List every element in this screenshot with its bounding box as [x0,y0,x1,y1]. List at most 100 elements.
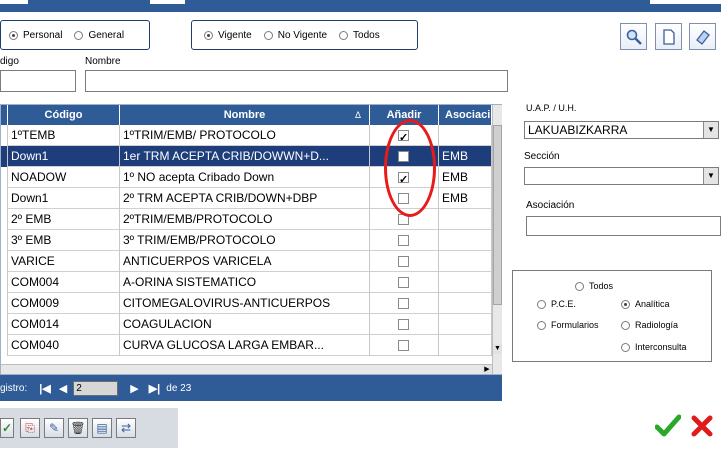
header-name[interactable]: Nombre Δ [120,105,370,125]
record-input[interactable]: 2 [73,380,119,396]
radio-dot [537,320,546,330]
cell-name: 1º NO acepta Cribado Down [120,167,370,188]
clear-button[interactable] [689,23,716,50]
prev-record-icon[interactable]: ◀ [59,382,67,395]
radio-personal[interactable]: Personal [9,30,62,41]
scroll-thumb[interactable] [493,125,502,305]
row-selector[interactable] [1,314,8,335]
cell-name: 1ºTRIM/EMB/ PROTOCOLO [120,125,370,146]
row-selector[interactable] [1,146,8,167]
edit-record-button[interactable]: ✎ [44,418,64,438]
cell-code: Down1 [8,146,120,167]
row-selector[interactable] [1,251,8,272]
add-checkbox[interactable] [398,277,409,288]
paste-record-button[interactable]: ▤ [92,418,112,438]
code-input[interactable] [0,70,76,92]
cell-association [439,335,492,356]
row-selector[interactable] [1,209,8,230]
cell-code: 2º EMB [8,209,120,230]
scroll-right-arrow-icon[interactable]: ▶ [482,365,492,374]
header-code[interactable]: Código [8,105,120,125]
name-input[interactable] [85,70,508,92]
cell-association [439,230,492,251]
new-icon: ✓ [1,421,13,435]
cancel-button[interactable] [688,412,716,440]
radio-cat-radiologia[interactable]: Radiología [621,320,678,330]
new-record-button[interactable]: ✓ [0,418,14,438]
row-selector[interactable] [1,167,8,188]
table-row[interactable]: VARICE ANTICUERPOS VARICELA [1,251,492,272]
close-icon [691,415,713,437]
record-label: gistro: [0,382,28,394]
table-row[interactable]: 3º EMB 3º TRIM/EMB/PROTOCOLO [1,230,492,251]
cell-name: 1er TRM ACEPTA CRIB/DOWWN+D... [120,146,370,167]
cell-code: COM014 [8,314,120,335]
add-checkbox[interactable] [398,340,409,351]
search-button[interactable] [620,23,647,50]
delete-record-button[interactable]: 🗑 [68,418,88,438]
radio-todos[interactable]: Todos [339,30,380,41]
radio-cat-interconsulta[interactable]: Interconsulta [621,342,687,352]
add-checkbox[interactable] [398,298,409,309]
accept-button[interactable] [654,412,682,440]
horizontal-scrollbar[interactable]: ▶ [1,364,492,374]
document-icon [662,28,675,45]
cell-name: COAGULACION [120,314,370,335]
association-input[interactable] [526,216,721,236]
section-select[interactable]: ▼ [524,167,719,185]
checkmark-icon [655,414,681,437]
row-selector[interactable] [1,188,8,209]
radio-dot [9,30,18,40]
row-selector[interactable] [1,335,8,356]
add-checkbox[interactable] [398,256,409,267]
last-record-icon[interactable]: ▶| [149,382,161,395]
table-row[interactable]: COM040 CURVA GLUCOSA LARGA EMBAR... [1,335,492,356]
row-selector[interactable] [1,293,8,314]
link-record-button[interactable]: ⇄ [116,418,136,438]
radio-vigente[interactable]: Vigente [204,30,252,41]
link-icon: ⇄ [120,421,132,435]
row-selector[interactable] [1,125,8,146]
uap-select[interactable]: LAKUABIZKARRA ▼ [524,121,719,139]
cell-code: Down1 [8,188,120,209]
scroll-down-arrow-icon[interactable]: ▼ [493,344,502,354]
cell-code: NOADOW [8,167,120,188]
edit-icon: ✎ [48,421,60,435]
row-selector[interactable] [1,230,8,251]
cell-code: COM004 [8,272,120,293]
radio-dot [74,30,84,40]
cell-association: EMB [439,146,492,167]
radio-no-vigente[interactable]: No Vigente [263,30,327,41]
cell-association: EMB [439,167,492,188]
chevron-down-icon[interactable]: ▼ [703,168,718,184]
record-total: de 23 [166,382,192,394]
radio-cat-todos[interactable]: Todos [575,281,613,291]
title-bar [0,0,721,12]
association-label: Asociación [526,200,575,211]
cell-association [439,314,492,335]
table-row[interactable]: COM009 CITOMEGALOVIRUS-ANTICUERPOS [1,293,492,314]
row-selector[interactable] [1,272,8,293]
copy-icon: ⎘ [25,420,35,435]
next-record-icon[interactable]: ▶ [130,382,138,395]
radio-cat-analitica[interactable]: Analítica [621,299,670,309]
table-row[interactable]: COM014 COAGULACION [1,314,492,335]
add-checkbox[interactable] [398,235,409,246]
table-row[interactable]: COM004 A-ORINA SISTEMATICO [1,272,492,293]
header-association[interactable]: Asociaci [439,105,492,125]
first-record-icon[interactable]: |◀ [39,382,51,395]
radio-general[interactable]: General [74,30,124,41]
header-left-edge [1,105,8,125]
section-label: Sección [524,151,560,162]
cell-add [370,230,439,251]
radio-cat-pce[interactable]: P.C.E. [537,299,576,309]
copy-record-button[interactable]: ⎘ [20,418,40,438]
paste-icon: ▤ [96,421,108,435]
vertical-scrollbar[interactable]: ▼ [492,105,502,374]
add-checkbox[interactable] [398,319,409,330]
radio-dot [204,30,213,40]
radio-cat-formularios[interactable]: Formularios [537,320,599,330]
record-navigator: gistro: |◀ ◀ 2 ▶ ▶| de 23 [0,375,502,401]
new-document-button[interactable] [655,23,682,50]
chevron-down-icon[interactable]: ▼ [703,122,718,138]
